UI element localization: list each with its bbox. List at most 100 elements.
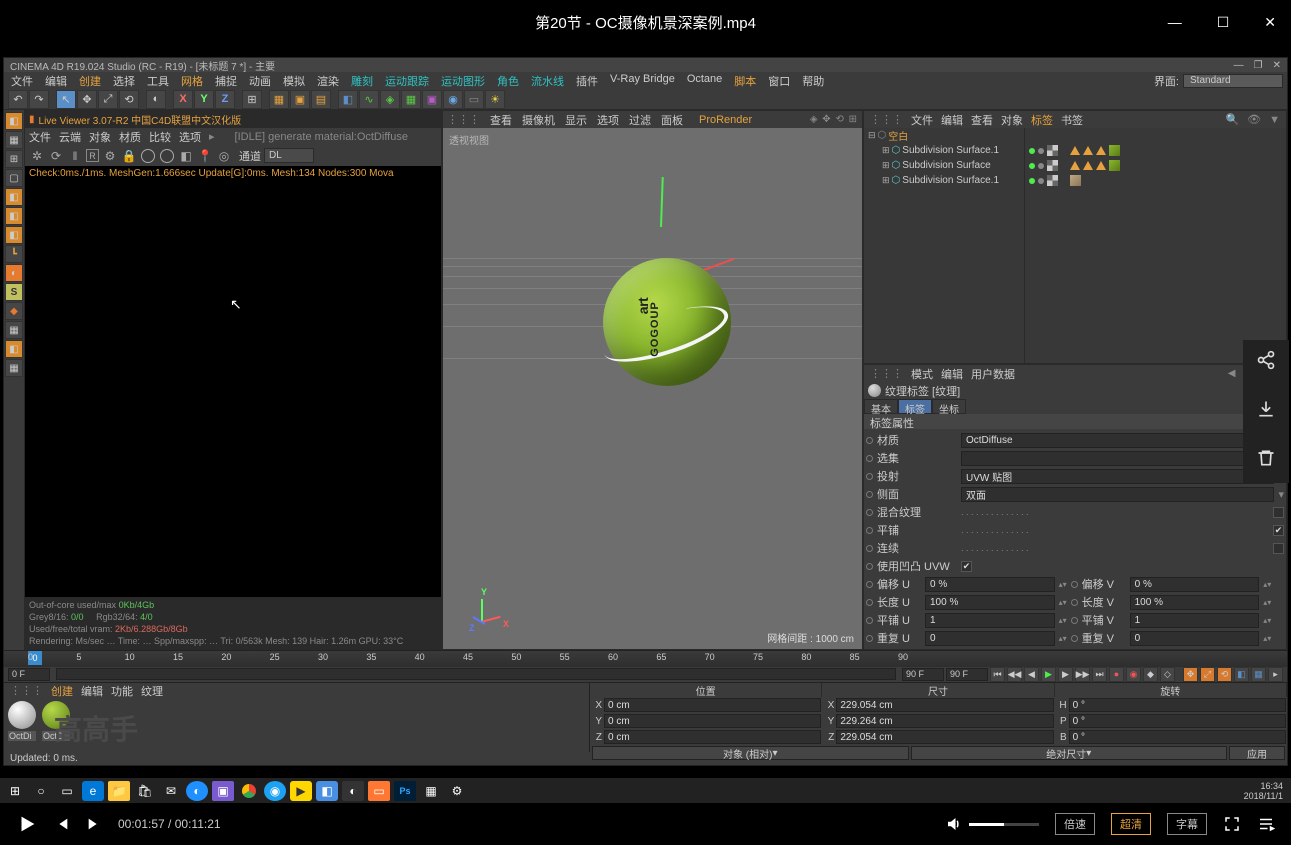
- vp-menu-camera[interactable]: 摄像机: [522, 112, 555, 128]
- taskbar-clock[interactable]: 16:34 2018/11/1: [1244, 781, 1287, 801]
- lv-pin-icon[interactable]: 📍: [197, 148, 213, 164]
- om-edit[interactable]: 编辑: [941, 112, 963, 128]
- am-mode[interactable]: 模式: [911, 366, 933, 382]
- close-icon[interactable]: ✕: [1259, 9, 1281, 36]
- gizmo-y-axis[interactable]: [660, 177, 664, 227]
- pos-Z[interactable]: 0 cm: [604, 730, 821, 744]
- tile-v-field[interactable]: 1: [1130, 613, 1260, 628]
- poly-mode-icon[interactable]: ◧: [5, 188, 23, 206]
- viewport-canvas[interactable]: 透视视图: [443, 128, 862, 649]
- frame-end-field[interactable]: 90 F: [902, 668, 944, 681]
- lv-save-icon[interactable]: ◧: [178, 148, 194, 164]
- rot-Z[interactable]: 0 °: [1069, 730, 1286, 744]
- workplane-icon[interactable]: ⊞: [5, 150, 23, 168]
- explorer-icon[interactable]: 📁: [108, 781, 130, 801]
- download-icon[interactable]: [1256, 399, 1276, 424]
- vp-nav-icons[interactable]: ◈ ✥ ⟲ ⊞: [810, 114, 858, 125]
- lv-r-icon[interactable]: R: [86, 149, 99, 162]
- cube-icon[interactable]: ◧: [338, 90, 358, 109]
- tl-autokey-icon[interactable]: ◉: [1126, 667, 1141, 682]
- menu-item-0[interactable]: 文件: [8, 72, 36, 90]
- size-X[interactable]: 229.054 cm: [836, 698, 1053, 712]
- om-view[interactable]: 查看: [971, 112, 993, 128]
- pos-X[interactable]: 0 cm: [604, 698, 821, 712]
- mail-icon[interactable]: ✉: [160, 781, 182, 801]
- vp-menu-filter[interactable]: 过滤: [629, 112, 651, 128]
- lv-refresh-icon[interactable]: ⟳: [48, 148, 64, 164]
- vp-menu-view[interactable]: 查看: [490, 112, 512, 128]
- coord-apply-button[interactable]: 应用: [1229, 746, 1285, 760]
- lv-menu-file[interactable]: 文件: [29, 129, 51, 145]
- tile-checkbox[interactable]: ✔: [1273, 525, 1284, 536]
- am-userdata[interactable]: 用户数据: [971, 366, 1015, 382]
- tl-pla-icon[interactable]: ▦: [1251, 667, 1266, 682]
- menu-item-3[interactable]: 选择: [110, 72, 138, 90]
- size-Y[interactable]: 229.264 cm: [836, 714, 1053, 728]
- share-icon[interactable]: [1256, 350, 1276, 375]
- coord-mode2-dropdown[interactable]: 绝对尺寸 ▾: [911, 746, 1228, 760]
- tl-rot-icon[interactable]: ⟲: [1217, 667, 1232, 682]
- app-close-icon[interactable]: ✕: [1273, 60, 1281, 71]
- app3-icon[interactable]: ◉: [264, 781, 286, 801]
- vp-menu-panel[interactable]: 面板: [661, 112, 683, 128]
- mm-func[interactable]: 功能: [111, 683, 133, 699]
- render-icon[interactable]: ▦: [269, 90, 289, 109]
- misc3-icon[interactable]: ▦: [5, 359, 23, 377]
- move-tool-icon[interactable]: ✥: [77, 90, 97, 109]
- menu-item-2[interactable]: 创建: [76, 72, 104, 90]
- store-icon[interactable]: 🛍: [134, 781, 156, 801]
- menu-item-17[interactable]: Octane: [684, 72, 725, 90]
- menu-item-20[interactable]: 帮助: [799, 72, 827, 90]
- am-back-icon[interactable]: ◀: [1228, 368, 1236, 379]
- rep-v-field[interactable]: 0: [1130, 631, 1260, 646]
- deformer-icon[interactable]: ▣: [422, 90, 442, 109]
- minimize-icon[interactable]: —: [1163, 9, 1187, 36]
- lv-send-icon[interactable]: ✲: [29, 148, 45, 164]
- tl-record-icon[interactable]: ●: [1109, 667, 1124, 682]
- rep-u-field[interactable]: 0: [925, 631, 1055, 646]
- texture-mode-icon[interactable]: ▦: [5, 131, 23, 149]
- lv-lock-icon[interactable]: 🔒: [121, 148, 137, 164]
- size-Z[interactable]: 229.054 cm: [836, 730, 1053, 744]
- lv-render-area[interactable]: ↖: [25, 181, 441, 597]
- start-icon[interactable]: ⊞: [4, 781, 26, 801]
- app5-icon[interactable]: ◧: [316, 781, 338, 801]
- tl-first-icon[interactable]: ⏮: [990, 667, 1005, 682]
- tl-key2-icon[interactable]: ◇: [1160, 667, 1175, 682]
- coord-sys-icon[interactable]: ⊞: [242, 90, 262, 109]
- volume-slider[interactable]: [969, 823, 1039, 826]
- material-item-0[interactable]: OctDi: [7, 701, 37, 741]
- app1-icon[interactable]: ◐: [186, 781, 208, 801]
- tab-coord[interactable]: 坐标: [932, 399, 966, 414]
- scale-tool-icon[interactable]: ⤢: [98, 90, 118, 109]
- app-minimize-icon[interactable]: —: [1234, 60, 1244, 71]
- layout-dropdown[interactable]: Standard: [1183, 74, 1283, 88]
- app2-icon[interactable]: ▣: [212, 781, 234, 801]
- workplane2-icon[interactable]: ◆: [5, 302, 23, 320]
- edge-icon[interactable]: e: [82, 781, 104, 801]
- chrome-icon[interactable]: [238, 781, 260, 801]
- mm-edit[interactable]: 编辑: [81, 683, 103, 699]
- undo-icon[interactable]: ↶: [8, 90, 28, 109]
- tree-row-0[interactable]: ⊟⬡空白: [864, 128, 1024, 143]
- lv-circle2-icon[interactable]: [159, 148, 175, 164]
- om-filter-icon[interactable]: ▼: [1269, 114, 1280, 126]
- tl-prev-key-icon[interactable]: ◀◀: [1007, 667, 1022, 682]
- tl-pos-icon[interactable]: ✥: [1183, 667, 1198, 682]
- menu-item-9[interactable]: 渲染: [314, 72, 342, 90]
- frame-end2-field[interactable]: 90 F: [946, 668, 988, 681]
- offset-v-field[interactable]: 0 %: [1130, 577, 1260, 592]
- speed-button[interactable]: 倍速: [1055, 813, 1095, 835]
- vp-prorender[interactable]: ProRender: [699, 114, 752, 126]
- maximize-icon[interactable]: ☐: [1212, 9, 1235, 36]
- lv-gear-icon[interactable]: ⚙: [102, 148, 118, 164]
- timeline-ruler[interactable]: 0 051015202530354045505560657075808590: [4, 651, 1287, 667]
- selection-field[interactable]: [961, 451, 1274, 466]
- app8-icon[interactable]: ⚙: [446, 781, 468, 801]
- repeat-checkbox[interactable]: [1273, 543, 1284, 554]
- tl-param-icon[interactable]: ◧: [1234, 667, 1249, 682]
- misc2-icon[interactable]: ◧: [5, 340, 23, 358]
- tile-u-field[interactable]: 1: [925, 613, 1055, 628]
- redo-icon[interactable]: ↷: [29, 90, 49, 109]
- volume-control[interactable]: [945, 815, 1039, 833]
